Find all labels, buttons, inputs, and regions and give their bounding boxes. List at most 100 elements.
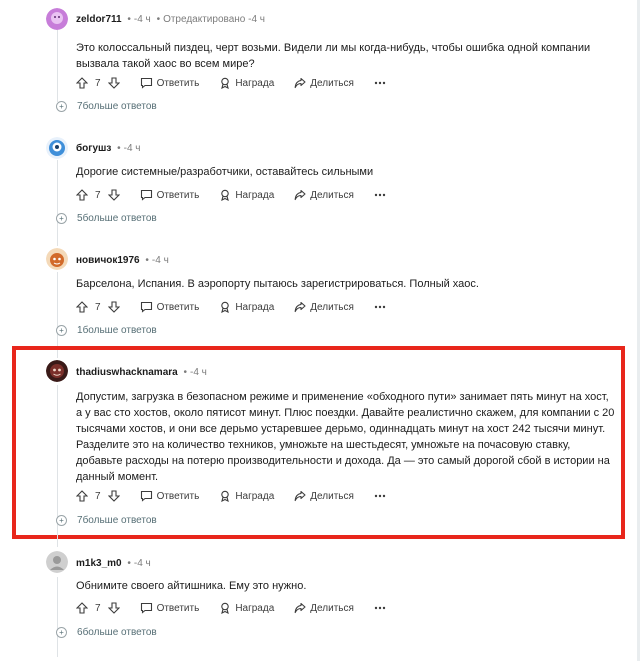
- downvote-icon[interactable]: [107, 189, 120, 201]
- timestamp: -4 ч: [123, 143, 141, 154]
- comment-icon: [140, 77, 152, 89]
- downvote-icon[interactable]: [107, 602, 120, 614]
- share-button[interactable]: Делиться: [294, 490, 354, 502]
- share-button[interactable]: Делиться: [294, 189, 354, 201]
- thread-line: [57, 160, 58, 246]
- reply-button[interactable]: Ответить: [140, 490, 200, 502]
- comment-meta: новичок1976 • -4 ч: [76, 255, 169, 266]
- downvote-icon[interactable]: [107, 77, 120, 89]
- more-options-button[interactable]: [374, 494, 386, 498]
- award-button[interactable]: Награда: [219, 301, 274, 313]
- share-icon: [294, 189, 306, 201]
- more-replies-link[interactable]: + 7 больше ответов: [56, 515, 157, 526]
- award-button[interactable]: Награда: [219, 490, 274, 502]
- vote-count: 7: [95, 189, 101, 201]
- timestamp: -4 ч: [190, 367, 207, 378]
- more-replies-link[interactable]: + 6 больше ответов: [56, 627, 157, 638]
- avatar[interactable]: [46, 551, 68, 573]
- more-options-button[interactable]: [374, 81, 386, 85]
- more-options-button[interactable]: [374, 606, 386, 610]
- award-label: Награда: [235, 490, 275, 502]
- author-name[interactable]: thadiuswhacknamara: [76, 367, 178, 378]
- avatar[interactable]: [46, 8, 68, 30]
- comment-text: Обнимите своего айтишника. Ему это нужно…: [76, 580, 307, 592]
- upvote-icon[interactable]: [76, 490, 88, 502]
- share-label: Делиться: [310, 602, 354, 614]
- more-options-button[interactable]: [374, 193, 386, 197]
- upvote-icon[interactable]: [76, 77, 88, 89]
- share-icon: [294, 490, 306, 502]
- award-icon: [221, 301, 230, 313]
- share-label: Делиться: [310, 490, 354, 502]
- award-button[interactable]: Награда: [219, 189, 274, 201]
- downvote-icon[interactable]: [107, 301, 120, 313]
- more-options-button[interactable]: [374, 305, 386, 309]
- expand-icon[interactable]: +: [56, 627, 67, 638]
- comment-actions: 7 Ответить Награда Делиться: [76, 298, 406, 316]
- comment-meta: thadiuswhacknamara • -4 ч: [76, 367, 207, 378]
- more-replies-link[interactable]: + 5 больше ответов: [56, 213, 157, 224]
- comment-actions: 7 Ответить Награда Делиться: [76, 74, 406, 92]
- vote-group: 7: [76, 301, 120, 313]
- upvote-icon[interactable]: [76, 301, 88, 313]
- more-replies-label: больше ответов: [82, 213, 157, 224]
- comment-actions: 7 Ответить Награда Делиться: [76, 186, 406, 204]
- comment-icon: [140, 490, 152, 502]
- share-button[interactable]: Делиться: [294, 602, 354, 614]
- reply-button[interactable]: Ответить: [140, 189, 200, 201]
- award-label: Награда: [235, 301, 275, 313]
- share-icon: [294, 301, 306, 313]
- upvote-icon[interactable]: [76, 189, 88, 201]
- ellipsis-icon: [374, 193, 386, 197]
- vote-group: 7: [76, 77, 120, 89]
- timestamp: -4 ч: [151, 255, 169, 266]
- reply-button[interactable]: Ответить: [140, 301, 199, 313]
- award-label: Награда: [235, 602, 275, 614]
- share-button[interactable]: Делиться: [294, 301, 354, 313]
- reply-button[interactable]: Ответить: [140, 602, 200, 614]
- reply-label: Ответить: [156, 189, 200, 201]
- comment-icon: [140, 602, 152, 614]
- author-name[interactable]: богушз: [76, 143, 111, 154]
- thread-line: [57, 577, 58, 657]
- expand-icon[interactable]: +: [56, 213, 67, 224]
- downvote-icon[interactable]: [107, 490, 120, 502]
- share-label: Делиться: [310, 189, 354, 201]
- comment-actions: 7 Ответить Награда Делиться: [76, 599, 406, 617]
- reply-label: Ответить: [156, 602, 200, 614]
- vote-count: 7: [95, 490, 101, 502]
- expand-icon[interactable]: +: [56, 515, 67, 526]
- author-name[interactable]: новичок1976: [76, 255, 140, 266]
- award-icon: [221, 490, 230, 502]
- share-label: Делиться: [310, 77, 354, 89]
- author-name[interactable]: zeldor711: [76, 14, 122, 25]
- more-replies-link[interactable]: + 1 больше ответов: [56, 325, 157, 336]
- reply-button[interactable]: Ответить: [140, 77, 200, 89]
- award-icon: [221, 189, 230, 201]
- comment-text: Барселона, Испания. В аэропорту пытаюсь …: [76, 278, 479, 290]
- expand-icon[interactable]: +: [56, 325, 67, 336]
- award-button[interactable]: Награда: [219, 602, 274, 614]
- comment-meta: zeldor711 • -4 ч • Отредактировано -4 ч: [76, 14, 266, 25]
- more-replies-label: больше ответов: [82, 325, 157, 336]
- more-replies-label: больше ответов: [82, 627, 157, 638]
- edited-label: Отредактировано -4 ч: [163, 14, 266, 25]
- upvote-icon[interactable]: [76, 602, 88, 614]
- share-button[interactable]: Делиться: [294, 77, 354, 89]
- reply-label: Ответить: [156, 490, 200, 502]
- comment-text: Это колоссальный пиздец, черт возьми. Ви…: [76, 42, 591, 70]
- more-replies-link[interactable]: + 7 больше ответов: [56, 101, 157, 112]
- avatar[interactable]: [46, 137, 68, 159]
- award-button[interactable]: Награда: [219, 77, 274, 89]
- comment-text: Дорогие системные/разработчики, оставайт…: [76, 166, 374, 178]
- author-name[interactable]: m1k3_m0: [76, 558, 122, 569]
- avatar[interactable]: [46, 360, 68, 382]
- expand-icon[interactable]: +: [56, 101, 67, 112]
- award-icon: [221, 602, 230, 614]
- vote-group: 7: [76, 189, 120, 201]
- vote-group: 7: [76, 602, 120, 614]
- avatar[interactable]: [46, 248, 68, 270]
- reply-label: Ответить: [156, 77, 200, 89]
- vote-count: 7: [95, 301, 101, 313]
- share-label: Делиться: [310, 301, 354, 313]
